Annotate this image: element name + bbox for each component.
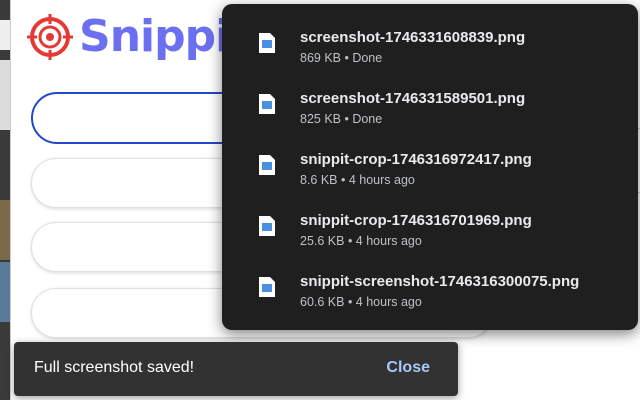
snackbar-toast: Full screenshot saved! Close <box>14 342 458 396</box>
image-file-icon <box>258 32 276 54</box>
downloads-panel: screenshot-1746331608839.png 869 KB • Do… <box>222 4 638 330</box>
download-item[interactable]: screenshot-1746331608839.png 869 KB • Do… <box>222 28 638 90</box>
background-page-left <box>0 0 10 400</box>
toast-close-button[interactable]: Close <box>386 359 430 377</box>
download-item[interactable]: snippit-screenshot-1746316300075.png 60.… <box>222 272 638 334</box>
image-file-icon <box>258 215 276 237</box>
download-status: 869 KB • Done <box>300 51 383 65</box>
download-status: 8.6 KB • 4 hours ago <box>300 173 415 187</box>
download-item[interactable]: snippit-crop-1746316701969.png 25.6 KB •… <box>222 211 638 273</box>
download-filename: snippit-crop-1746316972417.png <box>300 151 532 168</box>
background-fragment <box>0 262 10 322</box>
background-fragment <box>0 60 10 130</box>
download-filename: snippit-screenshot-1746316300075.png <box>300 273 580 290</box>
image-file-icon <box>258 276 276 298</box>
download-status: 825 KB • Done <box>300 112 383 126</box>
brand-logo: Snippit <box>27 12 250 62</box>
download-filename: screenshot-1746331608839.png <box>300 29 526 46</box>
download-item[interactable]: screenshot-1746331589501.png 825 KB • Do… <box>222 89 638 151</box>
download-status: 25.6 KB • 4 hours ago <box>300 234 422 248</box>
download-filename: screenshot-1746331589501.png <box>300 90 526 107</box>
background-fragment <box>0 20 10 50</box>
toast-message: Full screenshot saved! <box>34 359 195 376</box>
image-file-icon <box>258 93 276 115</box>
download-filename: snippit-crop-1746316701969.png <box>300 212 532 229</box>
crosshair-logo-icon <box>27 14 73 60</box>
download-status: 60.6 KB • 4 hours ago <box>300 295 422 309</box>
image-file-icon <box>258 154 276 176</box>
download-item[interactable]: snippit-crop-1746316972417.png 8.6 KB • … <box>222 150 638 212</box>
background-fragment <box>0 200 10 260</box>
